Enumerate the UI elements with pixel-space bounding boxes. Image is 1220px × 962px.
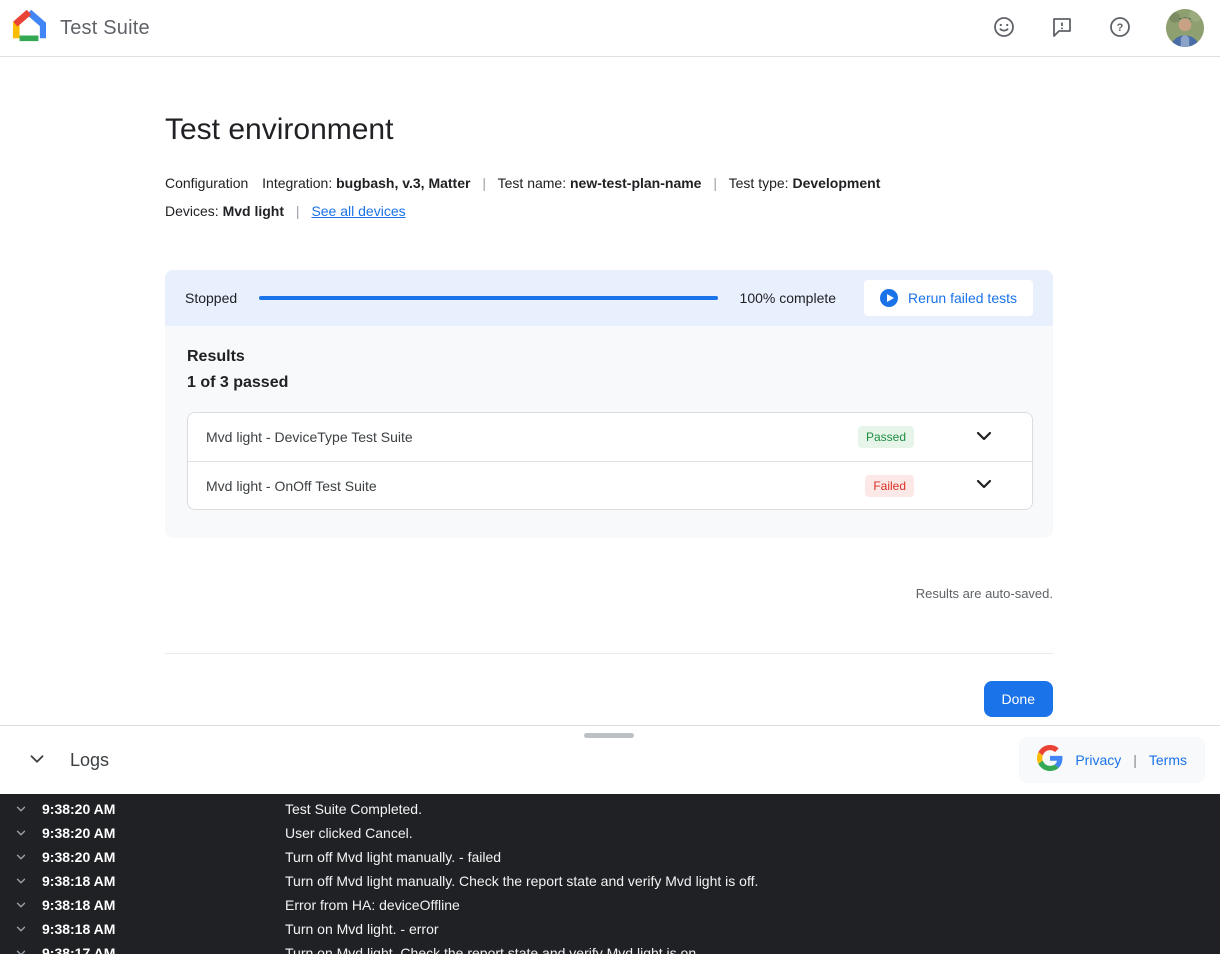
log-row: 9:38:20 AM User clicked Cancel. [0,821,1220,845]
test-row-devicetype[interactable]: Mvd light - DeviceType Test Suite Passed [188,413,1032,461]
log-row: 9:38:18 AM Error from HA: deviceOffline [0,893,1220,917]
logs-title-wrap: Logs [26,748,109,773]
integration-value: bugbash, v.3, Matter [336,175,470,191]
expand-log-entry-button[interactable] [14,898,30,912]
test-type-label: Test type: [729,175,789,191]
run-state-label: Stopped [185,290,237,306]
account-avatar[interactable] [1166,9,1204,47]
help-icon: ? [1108,15,1132,42]
log-message: Turn on Mvd light. Check the report stat… [285,945,700,954]
footer-divider [165,653,1053,654]
log-message: User clicked Cancel. [285,825,413,841]
progress-bar [259,296,717,300]
log-row: 9:38:20 AM Turn off Mvd light manually. … [0,845,1220,869]
test-row-onoff[interactable]: Mvd light - OnOff Test Suite Failed [188,461,1032,509]
log-timestamp: 9:38:17 AM [42,945,285,954]
log-row: 9:38:17 AM Turn on Mvd light. Check the … [0,941,1220,954]
devices-value: Mvd light [223,203,284,219]
integration-label: Integration: [262,175,332,191]
log-row: 9:38:18 AM Turn off Mvd light manually. … [0,869,1220,893]
status-badge: Passed [858,426,914,448]
logs-header-bar: Logs Privacy | Terms [0,725,1220,794]
expand-log-entry-button[interactable] [14,802,30,816]
app-header: Test Suite [0,0,1220,57]
main-content: Test environment Configuration Integrati… [0,57,1220,717]
log-message: Test Suite Completed. [285,801,422,817]
feedback-bubble-icon [1050,15,1074,42]
test-type-value: Development [792,175,880,191]
configuration-line-2: Devices: Mvd light | See all devices [165,197,1053,225]
expand-log-entry-button[interactable] [14,850,30,864]
chevron-down-icon [972,472,996,499]
google-home-icon [12,9,46,48]
test-result-list: Mvd light - DeviceType Test Suite Passed… [187,412,1033,510]
test-name: Mvd light - OnOff Test Suite [206,478,865,494]
expand-log-entry-button[interactable] [14,922,30,936]
separator: | [296,203,300,219]
expand-test-button[interactable] [972,472,996,499]
google-g-icon [1037,745,1063,776]
chevron-down-icon [26,748,48,773]
autosave-note: Results are auto-saved. [165,586,1053,601]
test-name: Mvd light - DeviceType Test Suite [206,429,858,445]
results-title: Results [187,348,1033,366]
expand-test-button[interactable] [972,424,996,451]
log-message: Turn off Mvd light manually. - failed [285,849,501,865]
app-title: Test Suite [60,17,150,40]
status-badge: Failed [865,475,914,497]
log-timestamp: 9:38:20 AM [42,849,285,865]
expand-log-entry-button[interactable] [14,826,30,840]
log-timestamp: 9:38:20 AM [42,825,285,841]
results-section: Results 1 of 3 passed Mvd light - Device… [165,326,1053,538]
configuration-label: Configuration [165,175,248,191]
smiley-icon [992,15,1016,42]
log-timestamp: 9:38:18 AM [42,873,285,889]
privacy-terms-card: Privacy | Terms [1019,737,1205,783]
page-title: Test environment [165,113,1053,147]
log-row: 9:38:20 AM Test Suite Completed. [0,797,1220,821]
test-name-label: Test name: [498,175,566,191]
panel-resize-handle[interactable] [584,733,634,738]
log-timestamp: 9:38:18 AM [42,897,285,913]
log-timestamp: 9:38:20 AM [42,801,285,817]
done-row: Done [165,681,1053,717]
log-panel: 9:38:20 AM Test Suite Completed. 9:38:20… [0,794,1220,954]
separator: | [482,175,486,191]
help-button[interactable]: ? [1108,15,1132,42]
configuration-line-1: Configuration Integration: bugbash, v.3,… [165,169,1053,197]
log-message: Error from HA: deviceOffline [285,897,460,913]
done-button[interactable]: Done [984,681,1053,717]
log-message: Turn off Mvd light manually. Check the r… [285,873,758,889]
results-summary: 1 of 3 passed [187,374,1033,392]
privacy-link[interactable]: Privacy [1075,752,1121,768]
collapse-logs-button[interactable] [26,748,48,773]
chevron-down-icon [972,424,996,451]
rerun-failed-tests-button[interactable]: Rerun failed tests [864,280,1033,316]
devices-label: Devices: [165,203,219,219]
test-name-value: new-test-plan-name [570,175,701,191]
rerun-button-label: Rerun failed tests [908,290,1017,306]
see-all-devices-link[interactable]: See all devices [311,203,405,219]
progress-percent-label: 100% complete [740,290,837,306]
log-timestamp: 9:38:18 AM [42,921,285,937]
log-row: 9:38:18 AM Turn on Mvd light. - error [0,917,1220,941]
run-status-bar: Stopped 100% complete Rerun failed tests [165,270,1053,326]
home-logo-link[interactable]: Test Suite [12,9,150,48]
svg-text:?: ? [1117,22,1124,34]
play-icon [880,289,898,307]
expand-log-entry-button[interactable] [14,946,30,954]
progress-bar-fill [259,296,717,300]
terms-link[interactable]: Terms [1149,752,1187,768]
emoji-feedback-button[interactable] [992,15,1016,42]
configuration-summary: Configuration Integration: bugbash, v.3,… [165,169,1053,225]
header-actions: ? [992,9,1204,47]
test-run-card: Stopped 100% complete Rerun failed tests… [165,270,1053,538]
separator: | [1133,752,1137,768]
separator: | [713,175,717,191]
log-message: Turn on Mvd light. - error [285,921,439,937]
send-feedback-button[interactable] [1050,15,1074,42]
expand-log-entry-button[interactable] [14,874,30,888]
logs-title: Logs [70,750,109,771]
